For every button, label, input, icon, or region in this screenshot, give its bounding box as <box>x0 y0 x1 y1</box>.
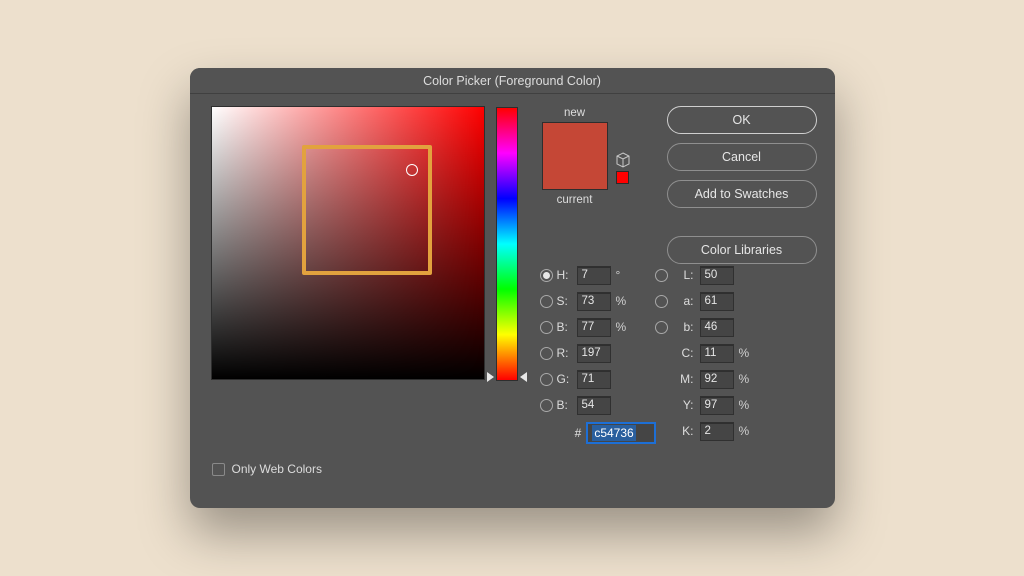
lightness-radio[interactable] <box>655 269 668 282</box>
cancel-button[interactable]: Cancel <box>667 143 817 171</box>
hex-row: # c54736 <box>540 423 655 443</box>
hue-radio[interactable] <box>540 269 553 282</box>
black-unit: % <box>739 424 759 438</box>
color-field[interactable] <box>211 106 485 380</box>
cyan-unit: % <box>739 346 759 360</box>
hue-unit: ° <box>616 268 636 282</box>
lightness-label: L: <box>672 268 694 282</box>
lab-b-input[interactable]: 46 <box>700 318 734 337</box>
blue-radio[interactable] <box>540 399 553 412</box>
brightness-input[interactable]: 77 <box>577 318 611 337</box>
preview-swatches <box>542 122 608 190</box>
green-label: G: <box>557 372 577 386</box>
color-libraries-button[interactable]: Color Libraries <box>667 236 817 264</box>
ok-button[interactable]: OK <box>667 106 817 134</box>
red-label: R: <box>557 346 577 360</box>
cyan-label: C: <box>672 346 694 360</box>
dialog-body: new current OK Cancel Add to Swatches Co… <box>190 94 835 508</box>
color-field-wrap <box>211 106 485 380</box>
button-column: OK Cancel Add to Swatches Color Librarie… <box>667 106 817 264</box>
lab-a-input[interactable]: 61 <box>700 292 734 311</box>
red-input[interactable]: 197 <box>577 344 611 363</box>
current-color-swatch[interactable] <box>543 156 607 189</box>
value-inputs: H: 7 ° L: 50 S: 73 % <box>540 262 819 444</box>
yellow-unit: % <box>739 398 759 412</box>
only-web-colors-label: Only Web Colors <box>232 462 322 476</box>
hue-label: H: <box>557 268 577 282</box>
lab-b-radio[interactable] <box>655 321 668 334</box>
cyan-input[interactable]: 11 <box>700 344 734 363</box>
color-preview: new current <box>541 107 609 209</box>
hue-input[interactable]: 7 <box>577 266 611 285</box>
websafe-swatch[interactable] <box>616 171 629 184</box>
saturation-unit: % <box>616 294 636 308</box>
yellow-input[interactable]: 97 <box>700 396 734 415</box>
magenta-input[interactable]: 92 <box>700 370 734 389</box>
hue-slider-handle-right[interactable] <box>520 372 527 382</box>
cube-icon[interactable] <box>615 152 631 168</box>
green-radio[interactable] <box>540 373 553 386</box>
blue-label: B: <box>557 398 577 412</box>
color-field-cursor[interactable] <box>406 164 418 176</box>
only-web-colors-checkbox[interactable] <box>212 463 225 476</box>
blue-input[interactable]: 54 <box>577 396 611 415</box>
black-input[interactable]: 2 <box>700 422 734 441</box>
add-to-swatches-button[interactable]: Add to Swatches <box>667 180 817 208</box>
hex-hash: # <box>571 426 582 440</box>
magenta-label: M: <box>672 372 694 386</box>
saturation-input[interactable]: 73 <box>577 292 611 311</box>
hex-input[interactable]: c54736 <box>587 423 654 443</box>
brightness-unit: % <box>616 320 636 334</box>
dialog-title: Color Picker (Foreground Color) <box>423 74 601 88</box>
hue-slider-handle-left[interactable] <box>487 372 494 382</box>
yellow-label: Y: <box>672 398 694 412</box>
lab-b-label: b: <box>672 320 694 334</box>
brightness-label: B: <box>557 320 577 334</box>
magenta-unit: % <box>739 372 759 386</box>
green-input[interactable]: 71 <box>577 370 611 389</box>
lightness-input[interactable]: 50 <box>700 266 734 285</box>
lab-a-label: a: <box>672 294 694 308</box>
current-color-label: current <box>541 194 609 206</box>
saturation-label: S: <box>557 294 577 308</box>
saturation-radio[interactable] <box>540 295 553 308</box>
gamut-warning-group <box>615 152 631 184</box>
color-picker-dialog: Color Picker (Foreground Color) new curr… <box>190 68 835 508</box>
red-radio[interactable] <box>540 347 553 360</box>
new-color-swatch[interactable] <box>543 123 607 156</box>
brightness-radio[interactable] <box>540 321 553 334</box>
new-color-label: new <box>541 107 609 119</box>
black-label: K: <box>672 424 694 438</box>
hue-slider[interactable] <box>496 107 518 381</box>
titlebar[interactable]: Color Picker (Foreground Color) <box>190 68 835 94</box>
lab-a-radio[interactable] <box>655 295 668 308</box>
only-web-colors-option[interactable]: Only Web Colors <box>212 462 322 476</box>
